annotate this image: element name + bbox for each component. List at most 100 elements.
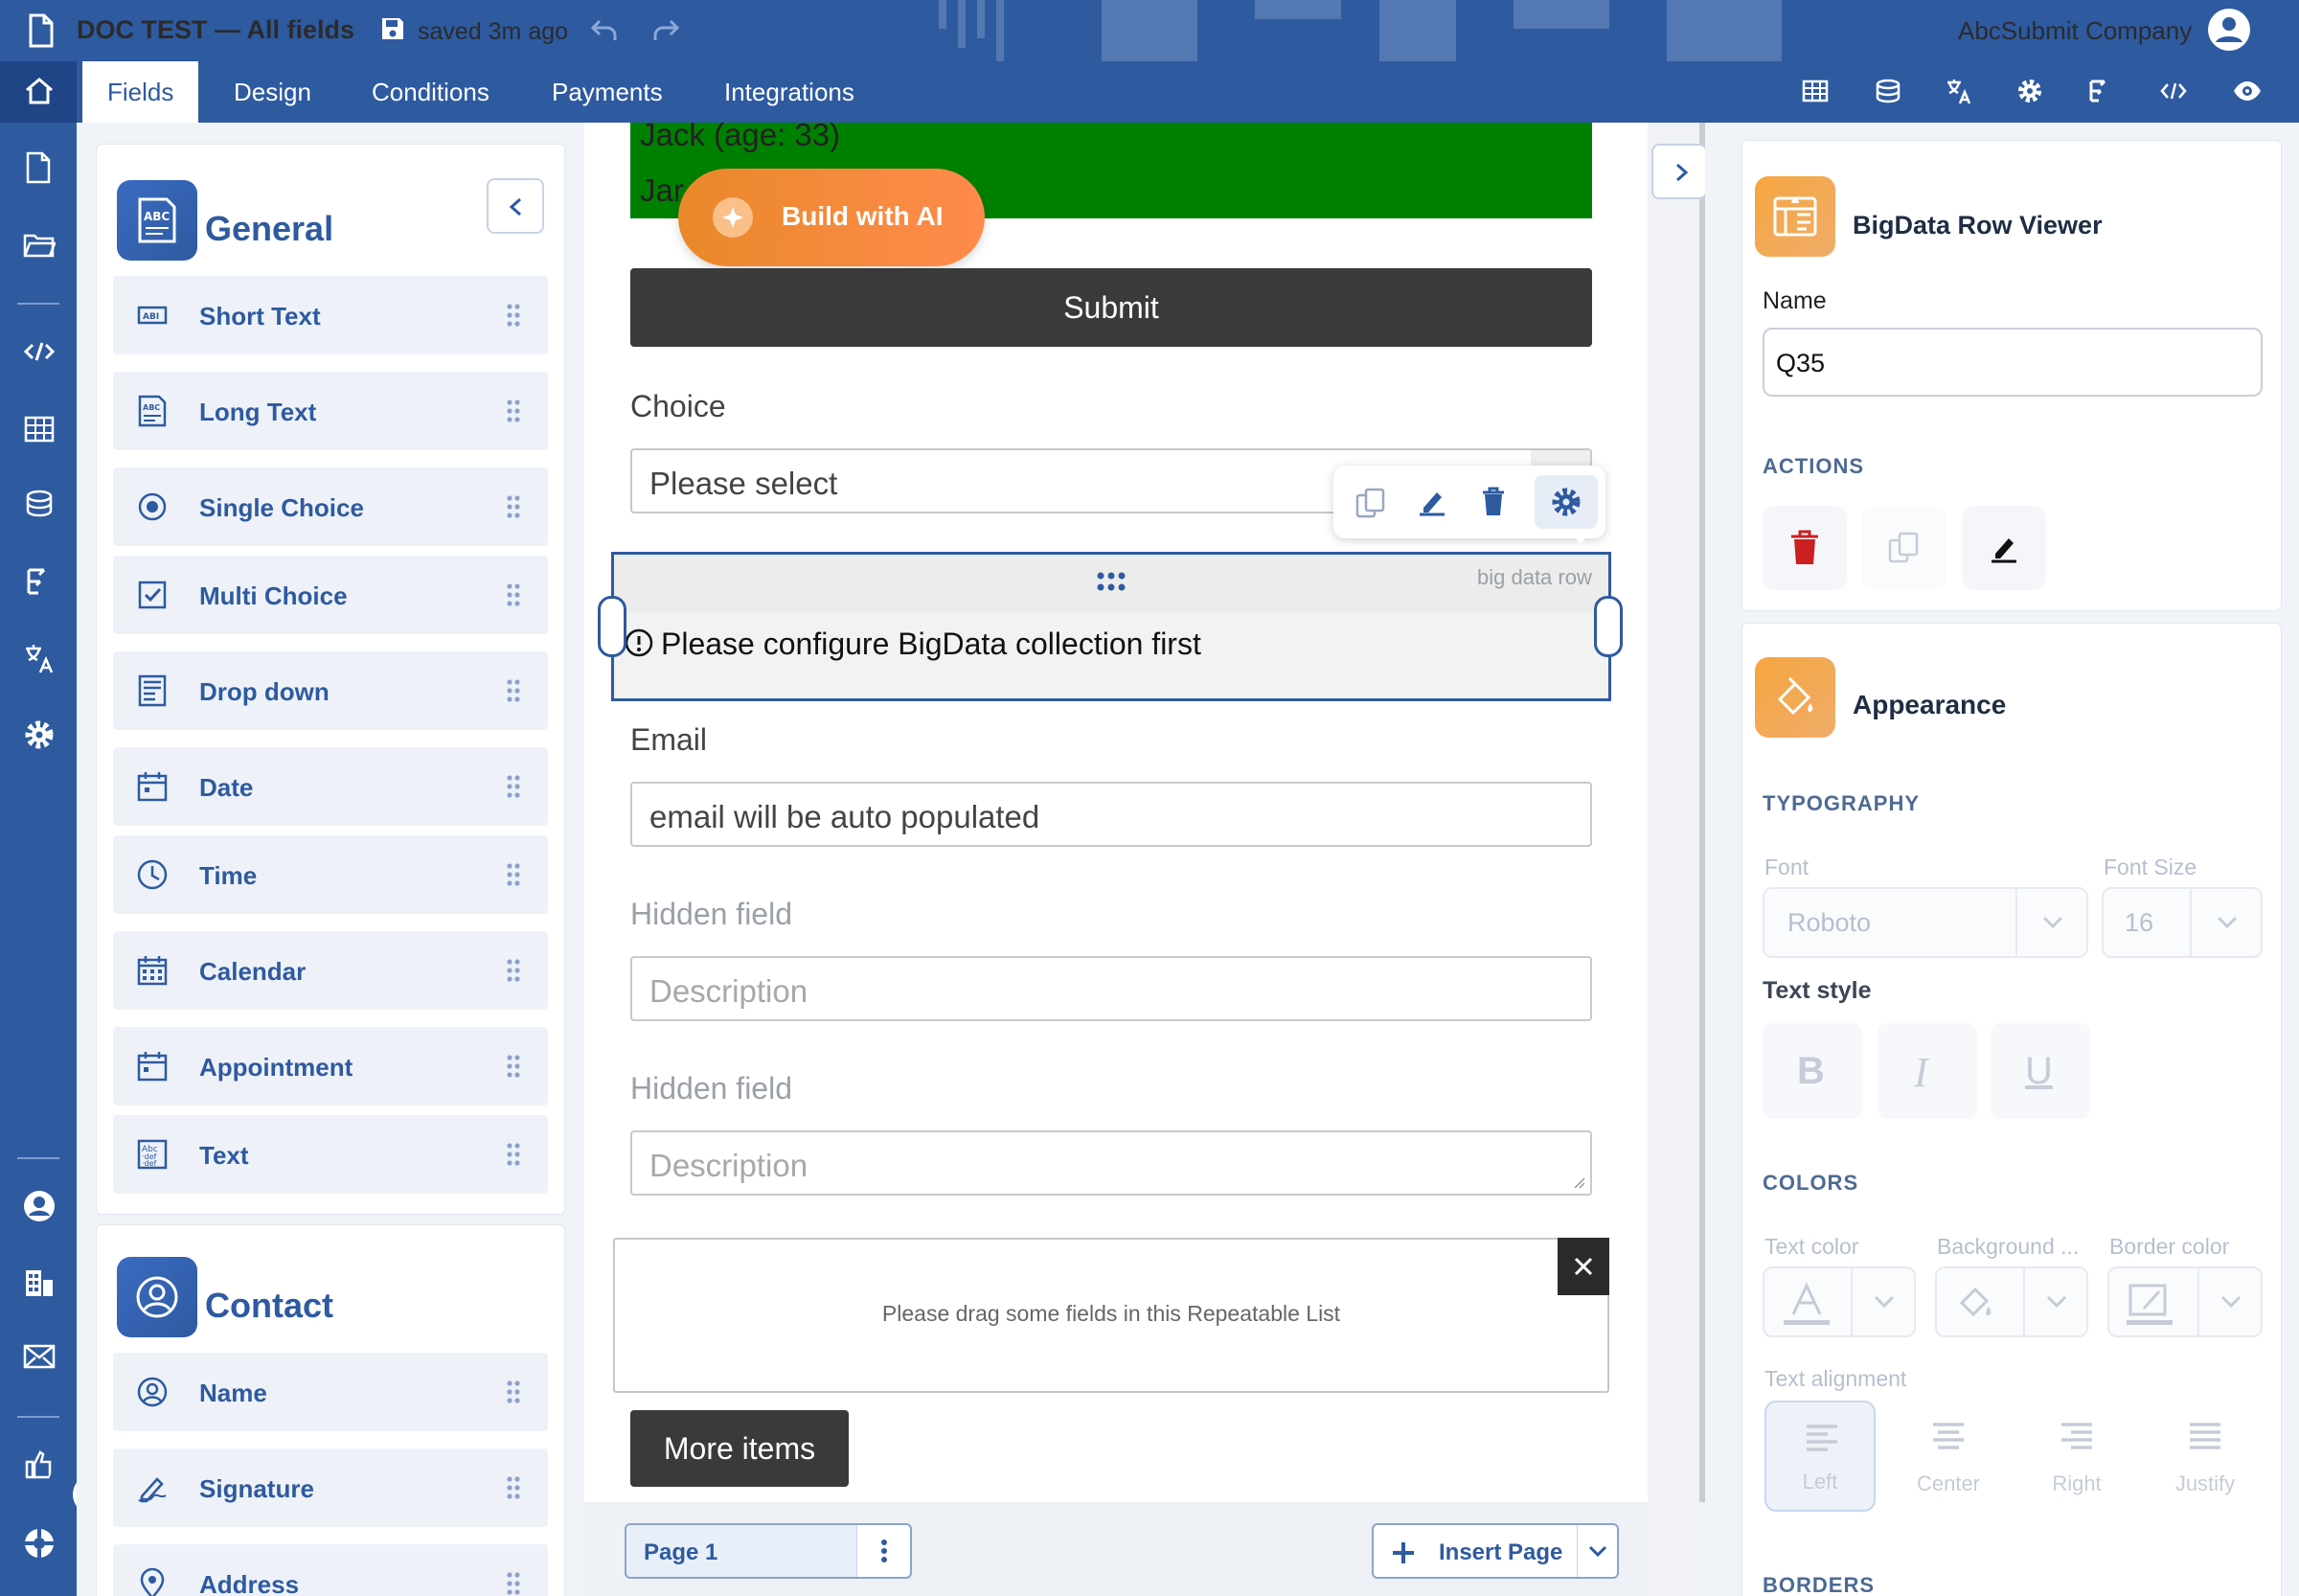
field-item-text[interactable]: Abc ·def ·def Text [113,1115,548,1194]
align-right-button[interactable]: Right [2021,1401,2132,1512]
resize-handle-left[interactable] [598,596,626,657]
company-name[interactable]: AbcSubmit Company [1958,16,2192,46]
underline-button[interactable]: U [1991,1023,2090,1119]
drag-handle-icon[interactable] [506,1571,521,1596]
font-label: Font [1764,855,1810,879]
border-color-picker[interactable] [2107,1266,2263,1337]
chevron-right-icon [1676,163,1689,182]
drag-handle-icon[interactable] [506,1054,521,1079]
field-settings-button[interactable] [1535,475,1598,529]
folder-icon[interactable] [23,230,56,262]
duplicate-icon[interactable] [1354,487,1387,519]
settings-icon[interactable] [23,718,56,751]
translate-icon[interactable] [23,642,56,674]
drag-handle-icon[interactable] [506,582,521,607]
align-left-button[interactable]: Left [1764,1401,1876,1512]
drag-handle-icon[interactable] [506,399,521,423]
home-button[interactable] [0,61,77,123]
document-icon[interactable] [23,151,56,184]
drag-handle-icon[interactable] [506,494,521,519]
field-item-address[interactable]: Address [113,1544,548,1596]
mail-icon[interactable] [23,1343,56,1376]
drag-handle-icon[interactable] [506,1379,521,1404]
tab-conditions[interactable]: Conditions [372,61,489,123]
background-color-picker[interactable] [1935,1266,2088,1337]
delete-field-button[interactable] [1763,506,1847,590]
field-item-appointment[interactable]: Appointment [113,1027,548,1106]
remove-list-button[interactable] [1558,1238,1609,1295]
align-right-label: Right [2052,1471,2102,1495]
more-items-button[interactable]: More items [630,1410,849,1487]
page-tab[interactable]: Page 1 [625,1523,912,1579]
build-with-ai-label: Build with AI [782,201,944,231]
save-status: saved 3m ago [418,18,569,45]
align-justify-button[interactable]: Justify [2150,1401,2261,1512]
table-icon[interactable] [23,414,56,446]
drag-handle-icon[interactable] [506,862,521,887]
tab-design[interactable]: Design [234,61,311,123]
drag-handle-icon[interactable] [1096,571,1127,592]
tab-integrations[interactable]: Integrations [724,61,854,123]
insert-page-dropdown[interactable] [1577,1525,1617,1577]
company-icon[interactable] [23,1266,56,1299]
field-item-long-text[interactable]: ABC Long Text [113,372,548,450]
email-input[interactable]: email will be auto populated [630,782,1592,847]
italic-button[interactable]: I [1878,1023,1977,1119]
field-item-single-choice[interactable]: Single Choice [113,467,548,546]
font-select[interactable]: Roboto [1763,887,2088,958]
field-item-time[interactable]: Time [113,835,548,914]
general-category-title: General [205,209,334,248]
field-item-calendar[interactable]: Calendar [113,931,548,1010]
field-item-short-text[interactable]: ABI Short Text [113,276,548,354]
text-color-picker[interactable] [1763,1266,1916,1337]
hidden-field-input[interactable]: Description [630,956,1592,1021]
drag-handle-icon[interactable] [506,1475,521,1500]
field-item-multi-choice[interactable]: Multi Choice [113,556,548,634]
preview-eye-icon[interactable] [2232,77,2263,107]
tab-payments[interactable]: Payments [552,61,663,123]
tab-fields[interactable]: Fields [82,61,199,123]
drag-handle-icon[interactable] [506,678,521,703]
drag-handle-icon[interactable] [506,774,521,799]
hidden-field-textarea[interactable]: Description [630,1130,1592,1196]
redo-icon[interactable] [651,17,680,44]
edit-icon[interactable] [1416,485,1448,517]
align-center-button[interactable]: Center [1893,1401,2004,1512]
translate-icon[interactable] [1945,77,1975,107]
drag-handle-icon[interactable] [506,1142,521,1167]
user-icon[interactable] [23,1190,56,1222]
submit-button[interactable]: Submit [630,268,1592,347]
drag-handle-icon[interactable] [506,958,521,983]
support-icon[interactable] [23,1527,56,1560]
bigdata-icon[interactable] [23,489,56,521]
account-avatar-icon[interactable] [2207,8,2251,52]
field-item-signature[interactable]: Signature [113,1448,548,1527]
embed-code-icon[interactable] [2159,77,2190,107]
font-size-select[interactable]: 16 [2102,887,2263,958]
collapse-right-panel-button[interactable] [1651,144,1707,199]
collapse-panel-button[interactable] [487,178,544,234]
name-input[interactable]: Q35 [1763,328,2263,397]
chevron-down-icon [2046,1295,2067,1309]
code-icon[interactable] [23,337,56,370]
delete-icon[interactable] [1477,485,1510,517]
textarea-resize-icon[interactable] [1571,1174,1586,1190]
build-with-ai-button[interactable]: Build with AI [678,169,985,266]
edit-field-button[interactable] [1962,506,2046,590]
resize-handle-right[interactable] [1594,596,1623,657]
field-item-date[interactable]: Date [113,747,548,826]
undo-icon[interactable] [590,17,619,44]
document-title[interactable]: DOC TEST — All fields [77,15,354,45]
table-icon[interactable] [1801,77,1832,107]
duplicate-field-button[interactable] [1862,506,1946,590]
insert-page-button[interactable]: Insert Page [1372,1523,1619,1579]
drag-handle-icon[interactable] [506,303,521,328]
settings-icon[interactable] [2015,77,2046,107]
bold-button[interactable]: B [1763,1023,1862,1119]
flow-icon[interactable] [23,565,56,598]
flow-icon[interactable] [2086,77,2117,107]
page-menu-button[interactable] [856,1525,910,1577]
field-item-name[interactable]: Name [113,1353,548,1431]
field-item-drop-down[interactable]: Drop down [113,651,548,730]
bigdata-icon[interactable] [1874,77,1904,107]
